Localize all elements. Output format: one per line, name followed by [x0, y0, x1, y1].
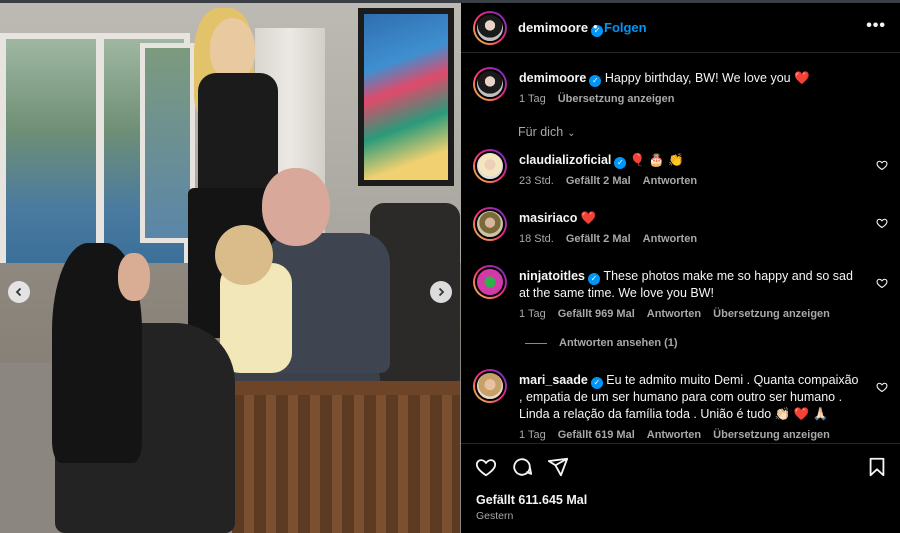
carousel-prev-button[interactable] [8, 281, 30, 303]
share-icon[interactable] [547, 456, 569, 478]
comment-text: claudializoficial ✓ 🎈 🎂 👏 [519, 152, 864, 169]
carousel-next-button[interactable] [430, 281, 452, 303]
heart-icon[interactable] [876, 381, 888, 393]
caption-translate-link[interactable]: Übersetzung anzeigen [558, 93, 675, 105]
comment-age: 23 Std. [519, 175, 554, 187]
author-avatar[interactable] [473, 11, 507, 45]
comment-body: ❤️ [580, 211, 597, 225]
heart-icon[interactable] [876, 217, 888, 229]
comment-meta: 23 Std. Gefällt 2 Mal Antworten [519, 175, 709, 187]
photo-wooden-chair [232, 381, 460, 533]
verified-badge-icon: ✓ [587, 273, 600, 285]
photo-child-head [215, 225, 273, 285]
comment-text: ninjatoitles ✓ These photos make me so ha… [519, 268, 864, 302]
comment-avatar[interactable] [473, 369, 507, 403]
heart-icon[interactable] [876, 159, 888, 171]
replies-divider [525, 342, 547, 344]
chevron-down-icon: ⌄ [567, 128, 576, 139]
separator-dot: • [593, 19, 598, 34]
comment-username[interactable]: ninjatoitles [519, 269, 585, 283]
comment-translate-link[interactable]: Übersetzung anzeigen [713, 308, 830, 320]
caption-age: 1 Tag [519, 93, 546, 105]
heart-icon[interactable] [475, 456, 497, 478]
comment-meta: 1 Tag Gefällt 619 Mal Antworten Übersetzung… [519, 429, 842, 441]
caption-avatar[interactable] [473, 67, 507, 101]
photo-painting [358, 8, 454, 186]
comment-reply-button[interactable]: Antworten [647, 429, 701, 441]
caption-username[interactable]: demimoore [519, 71, 586, 85]
comment-icon[interactable] [511, 456, 533, 478]
comment-sort-label: Für dich [518, 125, 564, 139]
post-likes-count[interactable]: Gefällt 611.645 Mal [476, 493, 587, 507]
comment-translate-link[interactable]: Übersetzung anzeigen [713, 429, 830, 441]
comment-username[interactable]: masiriaco [519, 211, 577, 225]
comment-body: 🎈 🎂 👏 [629, 153, 684, 167]
comment-text: mari_saade ✓ Eu te admito muito Demi . Qu… [519, 372, 864, 423]
comment-likes[interactable]: Gefällt 619 Mal [558, 429, 635, 441]
comment-reply-button[interactable]: Antworten [643, 175, 697, 187]
author-username[interactable]: demimoore ✓ [518, 20, 604, 37]
comment-avatar[interactable] [473, 207, 507, 241]
verified-badge-icon: ✓ [589, 75, 602, 87]
photo-person-standing-top [198, 73, 278, 193]
view-replies-button[interactable]: Antworten ansehen (1) [525, 337, 678, 349]
comment-reply-button[interactable]: Antworten [647, 308, 701, 320]
comment-meta: 1 Tag Gefällt 969 Mal Antworten Übersetzung… [519, 308, 842, 320]
comment-text: masiriaco ❤️ [519, 210, 864, 227]
photo-person-kneeling-face [118, 253, 150, 301]
chevron-left-icon [15, 287, 22, 297]
photo-person-standing-head [210, 18, 255, 78]
comment-avatar[interactable] [473, 149, 507, 183]
post-photo[interactable] [0, 3, 461, 533]
comment-age: 1 Tag [519, 429, 546, 441]
comment-likes[interactable]: Gefällt 2 Mal [566, 175, 631, 187]
caption-meta: 1 Tag Übersetzung anzeigen [519, 93, 686, 105]
comment-age: 1 Tag [519, 308, 546, 320]
caption-text: demimoore ✓ Happy birthday, BW! We love y… [519, 70, 864, 87]
follow-button[interactable]: Folgen [604, 20, 647, 35]
bookmark-icon[interactable] [866, 456, 888, 478]
comment-age: 18 Std. [519, 233, 554, 245]
comment-meta: 18 Std. Gefällt 2 Mal Antworten [519, 233, 709, 245]
more-options-icon[interactable]: ••• [866, 17, 886, 35]
heart-icon[interactable] [876, 277, 888, 289]
comment-username[interactable]: claudializoficial [519, 153, 611, 167]
chevron-right-icon [438, 287, 445, 297]
comments-list[interactable]: demimoore ✓ Happy birthday, BW! We love y… [461, 53, 900, 443]
comment-sort-dropdown[interactable]: Für dich ⌄ [518, 125, 576, 139]
post-timestamp[interactable]: Gestern [476, 510, 513, 522]
comment-username[interactable]: mari_saade [519, 373, 588, 387]
photo-man-head [262, 168, 330, 246]
verified-badge-icon: ✓ [590, 377, 603, 389]
post-header: demimoore ✓ • Folgen ••• [461, 3, 900, 53]
comment-reply-button[interactable]: Antworten [643, 233, 697, 245]
verified-badge-icon: ✓ [614, 157, 627, 169]
caption-body: Happy birthday, BW! We love you ❤️ [604, 71, 810, 85]
comment-avatar[interactable] [473, 265, 507, 299]
author-username-text[interactable]: demimoore [518, 20, 588, 35]
comment-likes[interactable]: Gefällt 969 Mal [558, 308, 635, 320]
view-replies-label: Antworten ansehen (1) [559, 337, 678, 349]
post-actions-footer: Gefällt 611.645 Mal Gestern [461, 443, 900, 533]
post-side-panel: demimoore ✓ • Folgen ••• demimoore ✓ Happy… [461, 3, 900, 533]
photo-window-small [140, 43, 195, 243]
comment-likes[interactable]: Gefällt 2 Mal [566, 233, 631, 245]
